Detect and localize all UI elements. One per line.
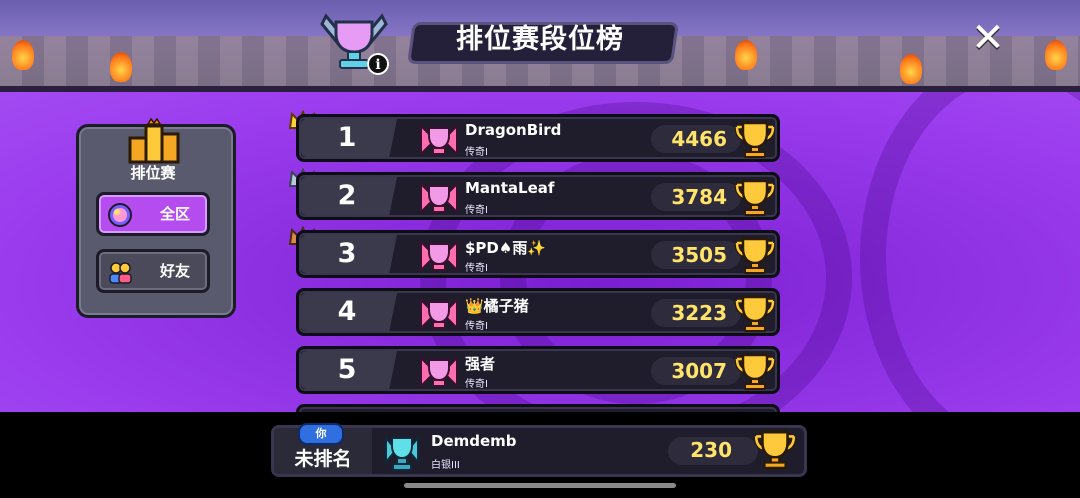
tab-label: 好友 (159, 262, 190, 280)
close-button[interactable]: ✕ (966, 16, 1010, 60)
trophy-icon (734, 295, 776, 332)
player-tier: 传奇I (465, 205, 488, 216)
legend-rank-icon (420, 297, 458, 331)
torch-icon (900, 54, 922, 84)
player-score: 3007 (671, 359, 727, 383)
my-player-name: Demdemb (431, 432, 517, 450)
trophy-icon (734, 121, 776, 158)
svg-text:i: i (375, 57, 380, 73)
player-score: 3223 (671, 301, 727, 325)
player-name: MantaLeaf (465, 179, 555, 197)
page-title: 排位赛段位榜 (456, 24, 624, 55)
my-rank-text: 未排名 (294, 448, 352, 470)
trophy-icon (734, 353, 776, 390)
tab-label: 全区 (159, 205, 190, 223)
torch-icon (735, 40, 757, 70)
leaderboard-row[interactable]: 4 👑橘子猪 传奇I 3223 (296, 288, 780, 336)
podium-icon (128, 118, 180, 164)
home-indicator[interactable] (404, 483, 676, 488)
legend-rank-icon (420, 123, 458, 157)
legend-rank-icon (420, 239, 458, 273)
you-badge: 你 (298, 423, 344, 445)
torch-icon (12, 40, 34, 70)
player-tier: 传奇I (465, 147, 488, 158)
leaderboard-row[interactable]: 3 $PD♠雨✨ 传奇I 3505 (296, 230, 780, 278)
globe-icon (108, 203, 132, 227)
player-name: 强者 (465, 355, 496, 373)
torch-icon (110, 52, 132, 82)
leaderboard-row[interactable]: 2 MantaLeaf 传奇I 3784 (296, 172, 780, 220)
tab-friends[interactable]: 好友 (96, 249, 210, 293)
my-score: 230 (690, 438, 732, 462)
player-score: 3505 (671, 243, 727, 267)
rank-number: 3 (337, 238, 357, 269)
my-player-tier: 白银III (431, 460, 460, 471)
rank-number: 5 (337, 354, 357, 385)
trophy-icon (734, 237, 776, 274)
player-name: 👑橘子猪 (465, 297, 529, 315)
player-score: 3784 (671, 185, 727, 209)
ranked-badge-info-icon[interactable]: i (318, 10, 390, 76)
trophy-icon (734, 179, 776, 216)
torch-icon (1045, 40, 1067, 70)
panel-label: 排位赛 (130, 164, 176, 182)
friends-icon (109, 262, 132, 284)
player-score: 4466 (671, 127, 727, 151)
silver-rank-icon (385, 435, 419, 471)
rank-number: 4 (337, 296, 357, 327)
legend-rank-icon (420, 355, 458, 389)
rank-number: 1 (337, 122, 357, 153)
swirl-decoration (860, 92, 1080, 412)
player-name: $PD♠雨✨ (465, 239, 547, 257)
player-tier: 传奇I (465, 321, 488, 332)
player-name: DragonBird (465, 121, 562, 139)
player-tier: 传奇I (465, 263, 488, 274)
leaderboard-row[interactable]: 1 DragonBird 传奇I 4466 (296, 114, 780, 162)
trophy-icon (753, 430, 797, 469)
player-tier: 传奇I (465, 379, 488, 390)
rank-number: 2 (337, 180, 357, 211)
tab-all-region[interactable]: 全区 (96, 192, 210, 236)
leaderboard-row[interactable]: 5 强者 传奇I 3007 (296, 346, 780, 394)
legend-rank-icon (420, 181, 458, 215)
